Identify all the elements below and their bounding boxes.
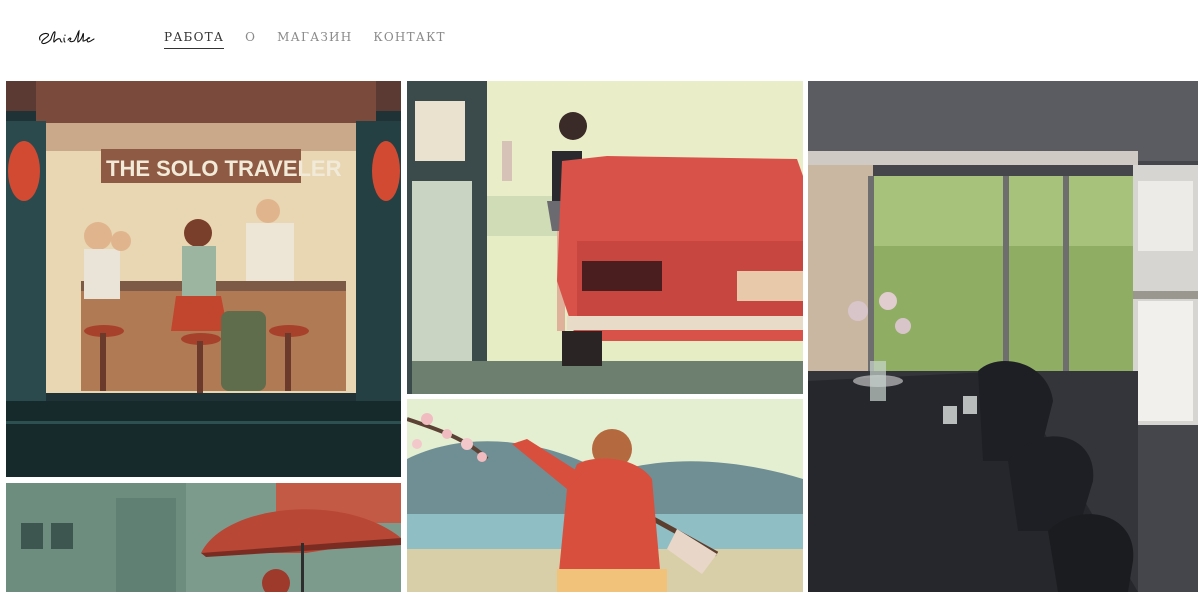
shop-sign-text: THE SOLO TRAVELER (106, 156, 342, 181)
nav-item-contact[interactable]: КОНТАКТ (373, 30, 445, 49)
portfolio-item-interior[interactable] (808, 81, 1198, 592)
nav-item-shop[interactable]: МАГАЗИН (277, 30, 352, 49)
logo[interactable] (36, 26, 100, 48)
solo-traveler-illustration: THE SOLO TRAVELER (6, 81, 401, 477)
interior-illustration (808, 81, 1198, 592)
site-header: РАБОТА О МАГАЗИН КОНТАКТ (0, 0, 1200, 80)
portfolio-item-solo-traveler[interactable]: THE SOLO TRAVELER (6, 81, 401, 477)
portfolio-item-kayaker[interactable] (407, 399, 803, 592)
portfolio-item-umbrella[interactable] (6, 483, 401, 592)
nav-item-about[interactable]: О (245, 30, 256, 49)
nav-item-work[interactable]: РАБОТА (164, 30, 225, 49)
umbrella-illustration (6, 483, 401, 592)
gas-station-illustration (407, 81, 803, 394)
portfolio-grid: THE SOLO TRAVELER (0, 81, 1200, 592)
portfolio-item-gas-station[interactable] (407, 81, 803, 394)
logo-signature (39, 29, 95, 45)
main-nav: РАБОТА О МАГАЗИН КОНТАКТ (164, 30, 467, 49)
kayaker-illustration (407, 399, 803, 592)
